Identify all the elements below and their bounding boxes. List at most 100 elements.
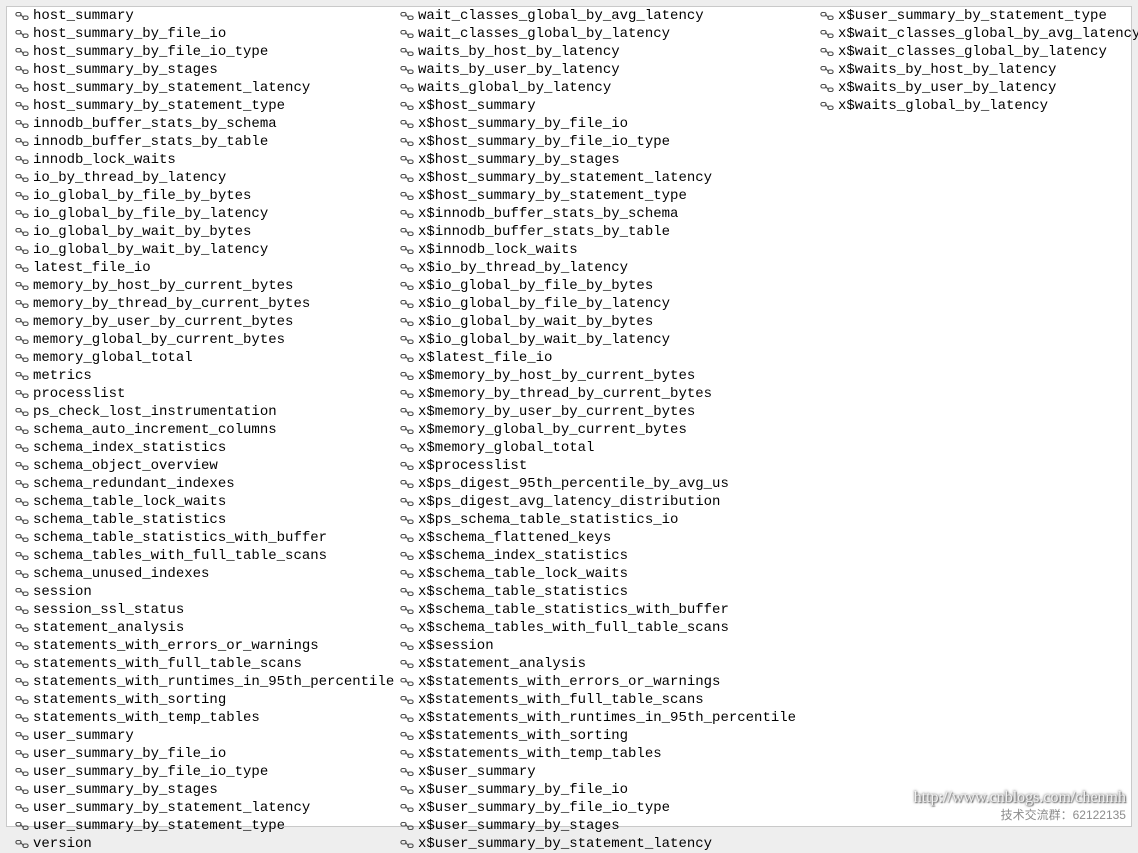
view-item[interactable]: io_global_by_file_by_bytes [7,187,392,205]
view-item[interactable]: user_summary_by_statement_type [7,817,392,835]
view-item[interactable]: user_summary_by_file_io [7,745,392,763]
view-item[interactable]: x$host_summary_by_statement_latency [392,169,812,187]
view-item[interactable]: processlist [7,385,392,403]
view-item[interactable]: x$host_summary_by_stages [392,151,812,169]
view-item[interactable]: ps_check_lost_instrumentation [7,403,392,421]
view-item[interactable]: io_global_by_wait_by_latency [7,241,392,259]
view-item[interactable]: host_summary_by_statement_latency [7,79,392,97]
view-item[interactable]: session_ssl_status [7,601,392,619]
view-item[interactable]: x$memory_by_user_by_current_bytes [392,403,812,421]
view-item[interactable]: x$host_summary_by_statement_type [392,187,812,205]
view-item[interactable]: user_summary_by_stages [7,781,392,799]
view-item[interactable]: x$wait_classes_global_by_latency [812,43,1122,61]
view-item[interactable]: version [7,835,392,853]
view-item[interactable]: x$statements_with_full_table_scans [392,691,812,709]
view-item[interactable]: x$io_global_by_wait_by_latency [392,331,812,349]
view-item[interactable]: x$io_by_thread_by_latency [392,259,812,277]
view-item[interactable]: io_global_by_file_by_latency [7,205,392,223]
view-item[interactable]: schema_tables_with_full_table_scans [7,547,392,565]
view-item[interactable]: x$io_global_by_wait_by_bytes [392,313,812,331]
view-item[interactable]: x$statements_with_errors_or_warnings [392,673,812,691]
view-item[interactable]: waits_global_by_latency [392,79,812,97]
view-item[interactable]: innodb_buffer_stats_by_schema [7,115,392,133]
view-item[interactable]: x$schema_table_statistics_with_buffer [392,601,812,619]
view-item[interactable]: io_by_thread_by_latency [7,169,392,187]
view-item[interactable]: waits_by_host_by_latency [392,43,812,61]
view-item[interactable]: host_summary_by_file_io_type [7,43,392,61]
view-item[interactable]: x$innodb_buffer_stats_by_table [392,223,812,241]
view-item[interactable]: x$host_summary [392,97,812,115]
view-item[interactable]: x$schema_table_statistics [392,583,812,601]
view-item[interactable]: x$user_summary_by_statement_latency [392,835,812,853]
view-item[interactable]: x$schema_tables_with_full_table_scans [392,619,812,637]
view-item[interactable]: wait_classes_global_by_latency [392,25,812,43]
view-item[interactable]: statements_with_errors_or_warnings [7,637,392,655]
view-item[interactable]: metrics [7,367,392,385]
view-item[interactable]: user_summary_by_statement_latency [7,799,392,817]
view-item[interactable]: x$innodb_lock_waits [392,241,812,259]
view-item[interactable]: x$waits_by_host_by_latency [812,61,1122,79]
view-item[interactable]: x$io_global_by_file_by_latency [392,295,812,313]
view-item[interactable]: x$memory_by_host_by_current_bytes [392,367,812,385]
view-item[interactable]: x$schema_index_statistics [392,547,812,565]
view-item[interactable]: schema_auto_increment_columns [7,421,392,439]
view-item[interactable]: host_summary [7,7,392,25]
view-item[interactable]: user_summary [7,727,392,745]
view-item[interactable]: statements_with_temp_tables [7,709,392,727]
view-item[interactable]: x$schema_flattened_keys [392,529,812,547]
view-item[interactable]: x$host_summary_by_file_io [392,115,812,133]
view-item[interactable]: schema_redundant_indexes [7,475,392,493]
view-item[interactable]: x$schema_table_lock_waits [392,565,812,583]
view-item[interactable]: schema_object_overview [7,457,392,475]
view-item[interactable]: x$statements_with_runtimes_in_95th_perce… [392,709,812,727]
view-item[interactable]: x$user_summary_by_file_io [392,781,812,799]
view-item[interactable]: statement_analysis [7,619,392,637]
view-item[interactable]: x$user_summary_by_stages [392,817,812,835]
view-item[interactable]: statements_with_runtimes_in_95th_percent… [7,673,392,691]
view-item[interactable]: x$ps_digest_95th_percentile_by_avg_us [392,475,812,493]
view-item[interactable]: x$memory_global_by_current_bytes [392,421,812,439]
view-item[interactable]: x$memory_global_total [392,439,812,457]
view-item[interactable]: x$user_summary_by_statement_type [812,7,1122,25]
view-item[interactable]: x$io_global_by_file_by_bytes [392,277,812,295]
view-item[interactable]: session [7,583,392,601]
view-item[interactable]: x$ps_schema_table_statistics_io [392,511,812,529]
view-item[interactable]: x$latest_file_io [392,349,812,367]
view-item[interactable]: statements_with_full_table_scans [7,655,392,673]
view-item[interactable]: host_summary_by_stages [7,61,392,79]
view-item[interactable]: x$user_summary [392,763,812,781]
view-item[interactable]: x$memory_by_thread_by_current_bytes [392,385,812,403]
view-item[interactable]: latest_file_io [7,259,392,277]
view-item[interactable]: x$host_summary_by_file_io_type [392,133,812,151]
view-item[interactable]: memory_global_total [7,349,392,367]
view-item[interactable]: host_summary_by_file_io [7,25,392,43]
view-item[interactable]: memory_by_thread_by_current_bytes [7,295,392,313]
view-item[interactable]: schema_table_statistics [7,511,392,529]
view-item[interactable]: memory_global_by_current_bytes [7,331,392,349]
view-item[interactable]: user_summary_by_file_io_type [7,763,392,781]
view-item[interactable]: innodb_buffer_stats_by_table [7,133,392,151]
view-item[interactable]: schema_table_lock_waits [7,493,392,511]
view-item[interactable]: innodb_lock_waits [7,151,392,169]
view-item[interactable]: schema_index_statistics [7,439,392,457]
view-item[interactable]: x$statements_with_temp_tables [392,745,812,763]
view-item[interactable]: memory_by_host_by_current_bytes [7,277,392,295]
view-item[interactable]: waits_by_user_by_latency [392,61,812,79]
view-item[interactable]: schema_table_statistics_with_buffer [7,529,392,547]
view-item[interactable]: memory_by_user_by_current_bytes [7,313,392,331]
view-item[interactable]: x$processlist [392,457,812,475]
view-item[interactable]: x$statements_with_sorting [392,727,812,745]
view-item[interactable]: x$session [392,637,812,655]
view-item[interactable]: schema_unused_indexes [7,565,392,583]
view-item[interactable]: host_summary_by_statement_type [7,97,392,115]
view-item[interactable]: wait_classes_global_by_avg_latency [392,7,812,25]
view-item[interactable]: x$waits_by_user_by_latency [812,79,1122,97]
view-item[interactable]: x$user_summary_by_file_io_type [392,799,812,817]
view-item[interactable]: x$wait_classes_global_by_avg_latency [812,25,1122,43]
view-item[interactable]: io_global_by_wait_by_bytes [7,223,392,241]
view-item[interactable]: x$waits_global_by_latency [812,97,1122,115]
view-item[interactable]: x$innodb_buffer_stats_by_schema [392,205,812,223]
view-item[interactable]: x$statement_analysis [392,655,812,673]
view-item[interactable]: statements_with_sorting [7,691,392,709]
view-item[interactable]: x$ps_digest_avg_latency_distribution [392,493,812,511]
